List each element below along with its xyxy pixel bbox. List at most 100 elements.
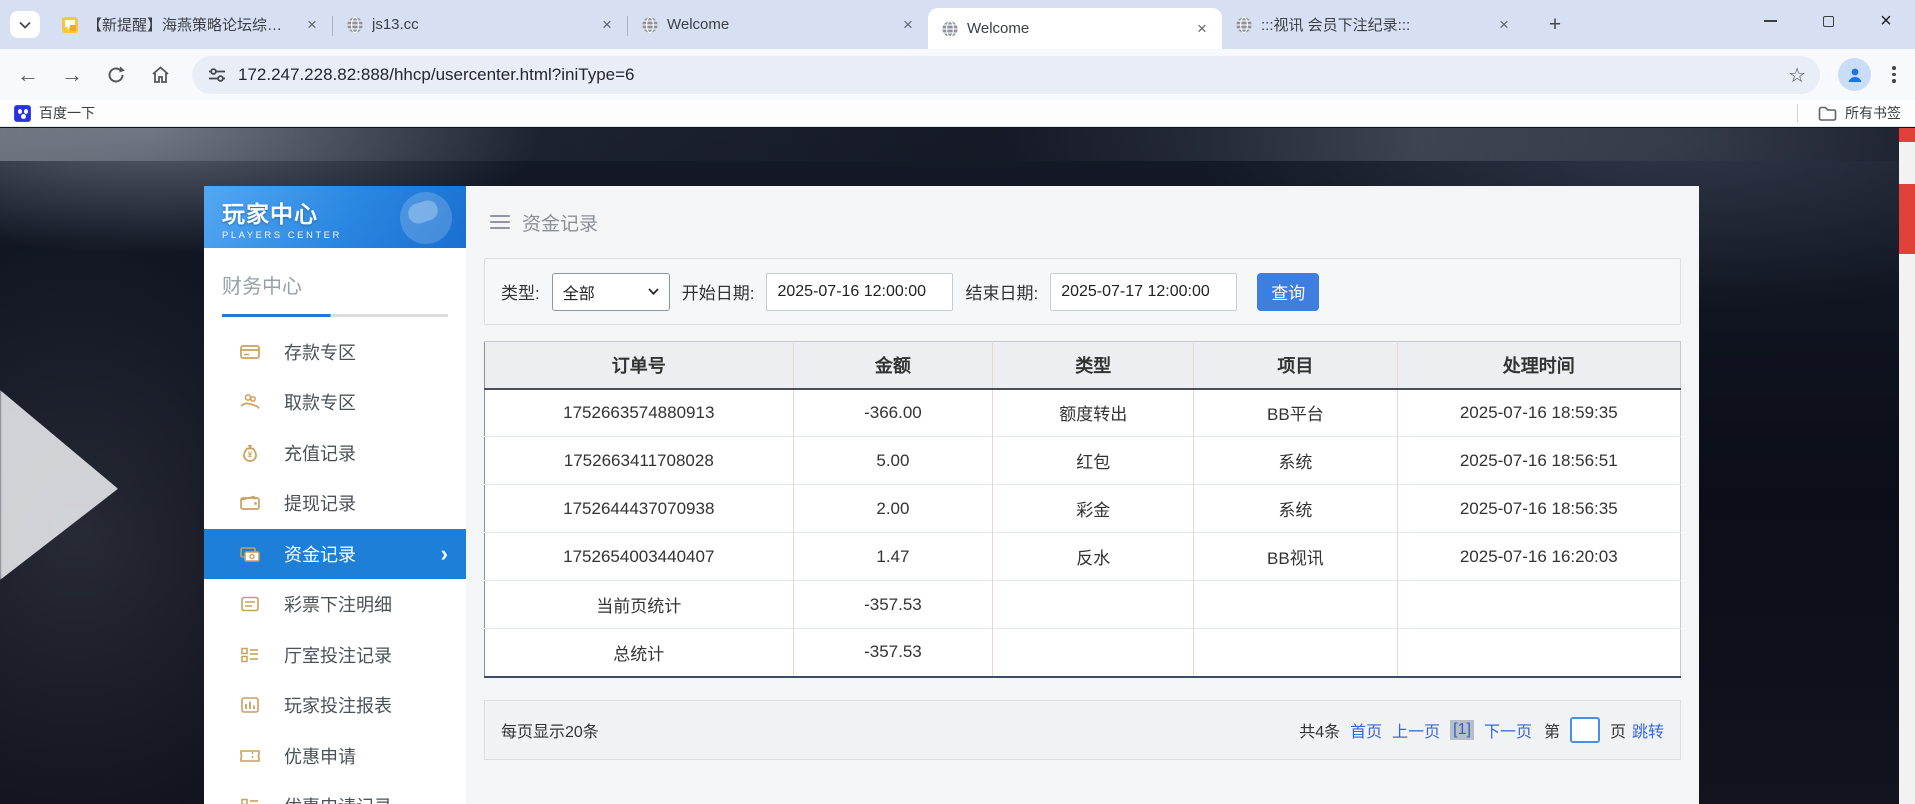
table-cell — [1397, 581, 1680, 629]
sidebar-item-label: 充值记录 — [284, 440, 356, 466]
table-cell — [993, 581, 1194, 629]
all-bookmarks-button[interactable]: 所有书签 — [1797, 103, 1901, 123]
tab-close-icon[interactable]: × — [597, 15, 617, 35]
table-cell: -357.53 — [793, 629, 993, 677]
profile-avatar[interactable] — [1838, 58, 1871, 91]
filter-bar: 类型: 全部 开始日期: 结束日期: 查询 — [484, 258, 1681, 325]
tab-close-icon[interactable]: × — [302, 15, 322, 35]
page-header: 资金记录 — [466, 186, 1699, 258]
page-title: 资金记录 — [522, 209, 598, 236]
prev-page-link[interactable]: 上一页 — [1392, 718, 1440, 742]
browser-tab[interactable]: 【新提醒】海燕策略论坛综合交× — [48, 0, 332, 49]
sidebar-item-label: 厅室投注记录 — [284, 642, 392, 668]
back-button[interactable]: ← — [6, 55, 50, 95]
cashcards-icon — [238, 543, 262, 565]
window-controls: × — [1741, 0, 1915, 42]
jump-prefix-label: 第 — [1544, 718, 1560, 742]
browser-tab[interactable]: :::视讯 会员下注纪录:::× — [1222, 0, 1524, 49]
table-row: 17526634117080285.00红包系统2025-07-16 18:56… — [485, 437, 1681, 485]
table-header-cell: 金额 — [793, 342, 993, 389]
sidebar-item-5[interactable]: 资金记录› — [204, 529, 466, 580]
hand-icon — [238, 391, 262, 413]
sidebar: 玩家中心 PLAYERS CENTER 财务中心 存款专区›取款专区›¥充值记录… — [204, 186, 466, 804]
table-cell — [993, 629, 1194, 677]
forward-button[interactable]: → — [50, 55, 94, 95]
sidebar-item-8[interactable]: 玩家投注报表› — [204, 680, 466, 731]
sidebar-item-6[interactable]: 彩票下注明细› — [204, 579, 466, 630]
scrollbar-thumb[interactable] — [1899, 184, 1915, 254]
close-icon: × — [1880, 10, 1892, 33]
current-page-indicator: [1] — [1450, 720, 1474, 740]
sidebar-item-10[interactable]: 优惠申请记录› — [204, 781, 466, 804]
search-button[interactable]: 查询 — [1257, 273, 1319, 311]
page-content: 玩家中心 PLAYERS CENTER 财务中心 存款专区›取款专区›¥充值记录… — [0, 128, 1915, 804]
maximize-button[interactable] — [1799, 0, 1857, 42]
sidebar-item-label: 取款专区 — [284, 389, 356, 415]
table-row: 总统计-357.53 — [485, 629, 1681, 677]
sidebar-item-label: 玩家投注报表 — [284, 692, 392, 718]
close-window-button[interactable]: × — [1857, 0, 1915, 42]
sidebar-item-label: 优惠申请 — [284, 743, 356, 769]
jump-link[interactable]: 跳转 — [1632, 718, 1664, 742]
maximize-icon — [1823, 16, 1834, 27]
forward-icon: → — [61, 62, 83, 88]
svg-text:¥: ¥ — [248, 450, 253, 459]
reload-button[interactable] — [94, 55, 138, 95]
new-tab-button[interactable]: + — [1542, 12, 1568, 38]
baidu-favicon — [14, 105, 31, 122]
tab-close-icon[interactable]: × — [1494, 15, 1514, 35]
browser-tab[interactable]: Welcome× — [628, 0, 928, 49]
coupon-icon — [238, 745, 262, 767]
scrollbar-up-button[interactable] — [1899, 128, 1915, 142]
person-icon — [1845, 65, 1865, 85]
bookmark-star-icon[interactable]: ☆ — [1788, 63, 1806, 87]
chevron-right-icon: › — [441, 543, 448, 565]
records-table-wrap: 订单号金额类型项目处理时间 1752663574880913-366.00额度转… — [484, 341, 1681, 678]
end-date-label: 结束日期: — [965, 279, 1038, 304]
pager: 共4条 首页 上一页 [1] 下一页 第 页 跳转 — [1299, 717, 1664, 743]
browser-tab[interactable]: Welcome× — [928, 8, 1222, 49]
sidebar-item-label: 提现记录 — [284, 490, 356, 516]
report-icon — [238, 694, 262, 716]
sidebar-item-1[interactable]: 存款专区› — [204, 327, 466, 378]
globe-favicon — [940, 19, 959, 38]
first-page-link[interactable]: 首页 — [1350, 718, 1382, 742]
players-center-subtitle: PLAYERS CENTER — [222, 230, 466, 241]
browser-tab[interactable]: js13.cc× — [333, 0, 627, 49]
page-jump-input[interactable] — [1570, 717, 1600, 743]
browser-menu-button[interactable] — [1879, 57, 1909, 93]
sidebar-item-3[interactable]: ¥充值记录› — [204, 428, 466, 479]
hamburger-icon[interactable] — [490, 215, 510, 230]
backdrop-band — [0, 128, 1915, 161]
type-select[interactable]: 全部 — [552, 273, 670, 311]
table-cell: 额度转出 — [993, 389, 1194, 437]
minimize-button[interactable] — [1741, 0, 1799, 42]
url-text[interactable]: 172.247.228.82:888/hhcp/usercenter.html?… — [238, 65, 1788, 85]
home-button[interactable] — [138, 55, 182, 95]
chevron-down-icon — [648, 288, 659, 295]
tab-close-icon[interactable]: × — [898, 15, 918, 35]
listdoc-icon — [238, 593, 262, 615]
start-date-input[interactable] — [766, 273, 953, 311]
tab-strip: 【新提醒】海燕策略论坛综合交×js13.cc×Welcome×Welcome×:… — [0, 0, 1915, 49]
site-settings-icon[interactable] — [206, 64, 228, 86]
table-row: 17526444370709382.00彩金系统2025-07-16 18:56… — [485, 485, 1681, 533]
next-page-link[interactable]: 下一页 — [1484, 718, 1532, 742]
bookmarks-bar: 百度一下 所有书签 — [0, 100, 1915, 127]
table-cell: -366.00 — [793, 389, 993, 437]
sidebar-item-4[interactable]: 提现记录› — [204, 478, 466, 529]
sidebar-item-2[interactable]: 取款专区› — [204, 377, 466, 428]
tab-close-icon[interactable]: × — [1192, 19, 1212, 39]
table-header-row: 订单号金额类型项目处理时间 — [485, 342, 1681, 389]
page-scrollbar[interactable] — [1899, 128, 1915, 804]
end-date-input[interactable] — [1050, 273, 1237, 311]
tab-search-button[interactable] — [10, 11, 40, 38]
table-cell: BB视讯 — [1194, 533, 1397, 581]
sidebar-item-7[interactable]: 厅室投注记录› — [204, 630, 466, 681]
table-cell: 彩金 — [993, 485, 1194, 533]
table-cell: 2025-07-16 18:56:51 — [1397, 437, 1680, 485]
sidebar-item-9[interactable]: 优惠申请› — [204, 731, 466, 782]
home-icon — [150, 65, 171, 85]
address-bar[interactable]: 172.247.228.82:888/hhcp/usercenter.html?… — [192, 56, 1820, 94]
bookmark-item[interactable]: 百度一下 — [14, 103, 95, 123]
